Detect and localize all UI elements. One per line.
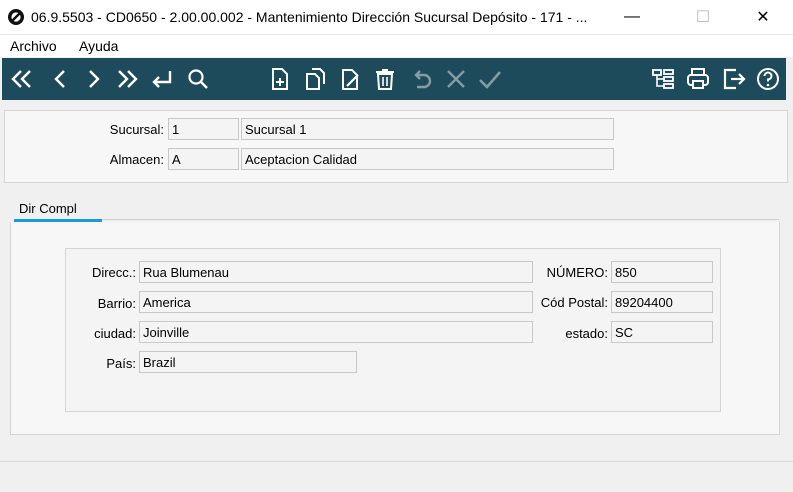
numero-label: NÚMERO: bbox=[546, 265, 608, 280]
delete-record-icon[interactable] bbox=[371, 64, 399, 94]
help-icon[interactable] bbox=[754, 64, 782, 94]
sucursal-label: Sucursal: bbox=[109, 122, 164, 137]
ciudad-field[interactable]: Joinville bbox=[139, 321, 533, 343]
edit-record-icon[interactable] bbox=[337, 64, 365, 94]
window-title: 06.9.5503 - CD0650 - 2.00.00.002 - Mante… bbox=[31, 9, 588, 25]
barrio-label: Barrio: bbox=[97, 296, 136, 311]
pais-label: País: bbox=[106, 356, 136, 371]
estado-label: estado: bbox=[565, 326, 608, 341]
numero-field[interactable]: 850 bbox=[611, 261, 713, 283]
cod-postal-field[interactable]: 89204400 bbox=[611, 291, 713, 313]
menu-bar: Archivo Ayuda bbox=[0, 35, 793, 57]
toolbar bbox=[2, 58, 786, 100]
copy-record-icon[interactable] bbox=[301, 64, 329, 94]
new-record-icon[interactable] bbox=[266, 64, 294, 94]
next-record-icon[interactable] bbox=[80, 64, 108, 94]
maximize-button[interactable]: ☐ bbox=[680, 0, 726, 34]
search-icon[interactable] bbox=[184, 64, 212, 94]
minimize-button[interactable]: — bbox=[609, 0, 655, 34]
close-button[interactable]: ✕ bbox=[740, 0, 786, 34]
tree-icon[interactable] bbox=[649, 64, 677, 94]
tab-dir-compl[interactable]: Dir Compl bbox=[14, 201, 107, 219]
sucursal-name-field: Sucursal 1 bbox=[241, 118, 614, 140]
exit-icon[interactable] bbox=[720, 64, 748, 94]
maximize-icon: ☐ bbox=[695, 9, 711, 26]
goto-enter-icon[interactable] bbox=[148, 64, 176, 94]
status-bar bbox=[0, 461, 793, 492]
tab-divider bbox=[102, 219, 779, 220]
undo-icon[interactable] bbox=[407, 64, 435, 94]
sucursal-code-field[interactable]: 1 bbox=[168, 118, 239, 140]
almacen-name-field: Aceptacion Calidad bbox=[241, 148, 614, 170]
print-icon[interactable] bbox=[684, 64, 712, 94]
previous-record-icon[interactable] bbox=[46, 64, 74, 94]
direcc-field[interactable]: Rua Blumenau bbox=[139, 261, 533, 283]
last-record-icon[interactable] bbox=[113, 64, 141, 94]
menu-ayuda[interactable]: Ayuda bbox=[79, 38, 118, 54]
app-logo-icon bbox=[8, 9, 24, 25]
estado-field[interactable]: SC bbox=[611, 321, 713, 343]
first-record-icon[interactable] bbox=[8, 64, 36, 94]
cancel-icon[interactable] bbox=[442, 64, 470, 94]
title-bar: 06.9.5503 - CD0650 - 2.00.00.002 - Mante… bbox=[0, 0, 793, 35]
close-icon: ✕ bbox=[756, 9, 770, 26]
minimize-icon: — bbox=[624, 8, 640, 25]
pais-field[interactable]: Brazil bbox=[139, 351, 357, 373]
ciudad-label: ciudad: bbox=[94, 326, 136, 341]
confirm-icon[interactable] bbox=[476, 64, 504, 94]
almacen-label: Almacen: bbox=[109, 152, 164, 167]
almacen-code-field[interactable]: A bbox=[168, 148, 239, 170]
cod-postal-label: Cód Postal: bbox=[540, 295, 608, 310]
direcc-label: Direcc.: bbox=[91, 265, 136, 280]
menu-archivo[interactable]: Archivo bbox=[10, 38, 57, 54]
barrio-field[interactable]: America bbox=[139, 291, 533, 313]
